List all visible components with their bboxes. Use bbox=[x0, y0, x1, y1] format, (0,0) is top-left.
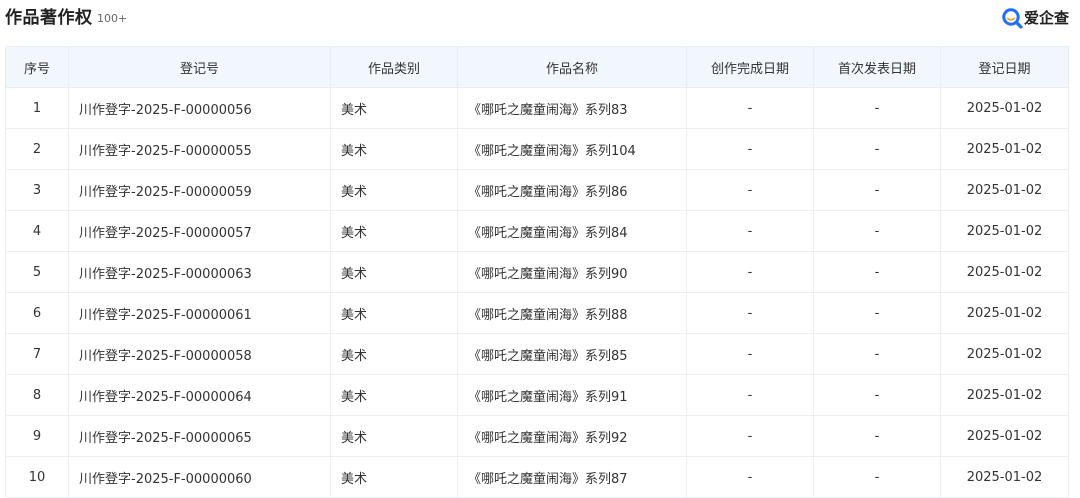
cell-completion-date: - bbox=[686, 251, 814, 293]
cell-index: 3 bbox=[5, 169, 69, 211]
table-row[interactable]: 9 川作登字-2025-F-00000065 美术 《哪吒之魔童闹海》系列92 … bbox=[5, 415, 1069, 457]
cell-index: 9 bbox=[5, 415, 69, 457]
cell-registration-number: 川作登字-2025-F-00000057 bbox=[68, 210, 331, 252]
cell-index: 1 bbox=[5, 87, 69, 129]
cell-category: 美术 bbox=[330, 374, 458, 416]
cell-completion-date: - bbox=[686, 456, 814, 498]
column-header-registration-number[interactable]: 登记号 bbox=[68, 46, 331, 88]
cell-publish-date: - bbox=[813, 169, 941, 211]
cell-publish-date: - bbox=[813, 415, 941, 457]
table-row[interactable]: 5 川作登字-2025-F-00000063 美术 《哪吒之魔童闹海》系列90 … bbox=[5, 251, 1069, 293]
copyright-table-container: 序号 登记号 作品类别 作品名称 创作完成日期 首次发表日期 登记日期 1 川作… bbox=[5, 46, 1069, 498]
cell-publish-date: - bbox=[813, 251, 941, 293]
table-row[interactable]: 6 川作登字-2025-F-00000061 美术 《哪吒之魔童闹海》系列88 … bbox=[5, 292, 1069, 334]
cell-completion-date: - bbox=[686, 415, 814, 457]
cell-index: 6 bbox=[5, 292, 69, 334]
cell-registration-date: 2025-01-02 bbox=[940, 374, 1069, 416]
cell-registration-date: 2025-01-02 bbox=[940, 415, 1069, 457]
cell-registration-date: 2025-01-02 bbox=[940, 333, 1069, 375]
cell-completion-date: - bbox=[686, 169, 814, 211]
cell-registration-date: 2025-01-02 bbox=[940, 251, 1069, 293]
cell-category: 美术 bbox=[330, 87, 458, 129]
table-row[interactable]: 8 川作登字-2025-F-00000064 美术 《哪吒之魔童闹海》系列91 … bbox=[5, 374, 1069, 416]
column-header-registration-date[interactable]: 登记日期 bbox=[940, 46, 1069, 88]
table-header-row: 序号 登记号 作品类别 作品名称 创作完成日期 首次发表日期 登记日期 bbox=[5, 46, 1069, 88]
cell-completion-date: - bbox=[686, 128, 814, 170]
cell-publish-date: - bbox=[813, 456, 941, 498]
cell-work-name[interactable]: 《哪吒之魔童闹海》系列90 bbox=[457, 251, 687, 293]
cell-index: 10 bbox=[5, 456, 69, 498]
result-count: 100+ bbox=[97, 12, 128, 25]
column-header-completion-date[interactable]: 创作完成日期 bbox=[686, 46, 814, 88]
cell-completion-date: - bbox=[686, 333, 814, 375]
table-row[interactable]: 1 川作登字-2025-F-00000056 美术 《哪吒之魔童闹海》系列83 … bbox=[5, 87, 1069, 129]
column-header-work-name[interactable]: 作品名称 bbox=[457, 46, 687, 88]
cell-work-name[interactable]: 《哪吒之魔童闹海》系列104 bbox=[457, 128, 687, 170]
cell-category: 美术 bbox=[330, 456, 458, 498]
brand-logo[interactable]: 爱企查 bbox=[1001, 6, 1069, 30]
table-row[interactable]: 4 川作登字-2025-F-00000057 美术 《哪吒之魔童闹海》系列84 … bbox=[5, 210, 1069, 252]
cell-registration-date: 2025-01-02 bbox=[940, 169, 1069, 211]
cell-completion-date: - bbox=[686, 210, 814, 252]
table-row[interactable]: 2 川作登字-2025-F-00000055 美术 《哪吒之魔童闹海》系列104… bbox=[5, 128, 1069, 170]
cell-registration-date: 2025-01-02 bbox=[940, 456, 1069, 498]
cell-category: 美术 bbox=[330, 251, 458, 293]
cell-completion-date: - bbox=[686, 87, 814, 129]
cell-index: 8 bbox=[5, 374, 69, 416]
table-row[interactable]: 7 川作登字-2025-F-00000058 美术 《哪吒之魔童闹海》系列85 … bbox=[5, 333, 1069, 375]
brand-name: 爱企查 bbox=[1023, 9, 1069, 27]
table-row[interactable]: 10 川作登字-2025-F-00000060 美术 《哪吒之魔童闹海》系列87… bbox=[5, 456, 1069, 498]
cell-publish-date: - bbox=[813, 128, 941, 170]
cell-work-name[interactable]: 《哪吒之魔童闹海》系列92 bbox=[457, 415, 687, 457]
copyright-table: 序号 登记号 作品类别 作品名称 创作完成日期 首次发表日期 登记日期 1 川作… bbox=[5, 46, 1069, 498]
cell-registration-number: 川作登字-2025-F-00000055 bbox=[68, 128, 331, 170]
cell-registration-number: 川作登字-2025-F-00000061 bbox=[68, 292, 331, 334]
column-header-index[interactable]: 序号 bbox=[5, 46, 69, 88]
cell-registration-number: 川作登字-2025-F-00000059 bbox=[68, 169, 331, 211]
cell-index: 7 bbox=[5, 333, 69, 375]
cell-work-name[interactable]: 《哪吒之魔童闹海》系列83 bbox=[457, 87, 687, 129]
table-row[interactable]: 3 川作登字-2025-F-00000059 美术 《哪吒之魔童闹海》系列86 … bbox=[5, 169, 1069, 211]
section-header: 作品著作权 100+ 爱企查 bbox=[0, 0, 1080, 38]
cell-publish-date: - bbox=[813, 210, 941, 252]
cell-publish-date: - bbox=[813, 374, 941, 416]
cell-registration-number: 川作登字-2025-F-00000058 bbox=[68, 333, 331, 375]
column-header-category[interactable]: 作品类别 bbox=[330, 46, 458, 88]
cell-registration-date: 2025-01-02 bbox=[940, 87, 1069, 129]
cell-index: 4 bbox=[5, 210, 69, 252]
cell-registration-number: 川作登字-2025-F-00000063 bbox=[68, 251, 331, 293]
cell-completion-date: - bbox=[686, 292, 814, 334]
cell-work-name[interactable]: 《哪吒之魔童闹海》系列91 bbox=[457, 374, 687, 416]
cell-registration-number: 川作登字-2025-F-00000060 bbox=[68, 456, 331, 498]
cell-registration-number: 川作登字-2025-F-00000064 bbox=[68, 374, 331, 416]
cell-category: 美术 bbox=[330, 292, 458, 334]
section-title: 作品著作权 bbox=[5, 8, 93, 28]
cell-registration-date: 2025-01-02 bbox=[940, 210, 1069, 252]
cell-work-name[interactable]: 《哪吒之魔童闹海》系列87 bbox=[457, 456, 687, 498]
cell-index: 5 bbox=[5, 251, 69, 293]
cell-registration-date: 2025-01-02 bbox=[940, 292, 1069, 334]
magnifier-logo-icon bbox=[1002, 8, 1023, 29]
cell-registration-number: 川作登字-2025-F-00000065 bbox=[68, 415, 331, 457]
cell-registration-number: 川作登字-2025-F-00000056 bbox=[68, 87, 331, 129]
cell-category: 美术 bbox=[330, 210, 458, 252]
cell-category: 美术 bbox=[330, 415, 458, 457]
cell-publish-date: - bbox=[813, 292, 941, 334]
cell-publish-date: - bbox=[813, 87, 941, 129]
cell-work-name[interactable]: 《哪吒之魔童闹海》系列85 bbox=[457, 333, 687, 375]
cell-index: 2 bbox=[5, 128, 69, 170]
cell-work-name[interactable]: 《哪吒之魔童闹海》系列84 bbox=[457, 210, 687, 252]
cell-category: 美术 bbox=[330, 333, 458, 375]
cell-work-name[interactable]: 《哪吒之魔童闹海》系列86 bbox=[457, 169, 687, 211]
cell-registration-date: 2025-01-02 bbox=[940, 128, 1069, 170]
cell-publish-date: - bbox=[813, 333, 941, 375]
column-header-publish-date[interactable]: 首次发表日期 bbox=[813, 46, 941, 88]
cell-category: 美术 bbox=[330, 128, 458, 170]
cell-category: 美术 bbox=[330, 169, 458, 211]
cell-work-name[interactable]: 《哪吒之魔童闹海》系列88 bbox=[457, 292, 687, 334]
cell-completion-date: - bbox=[686, 374, 814, 416]
